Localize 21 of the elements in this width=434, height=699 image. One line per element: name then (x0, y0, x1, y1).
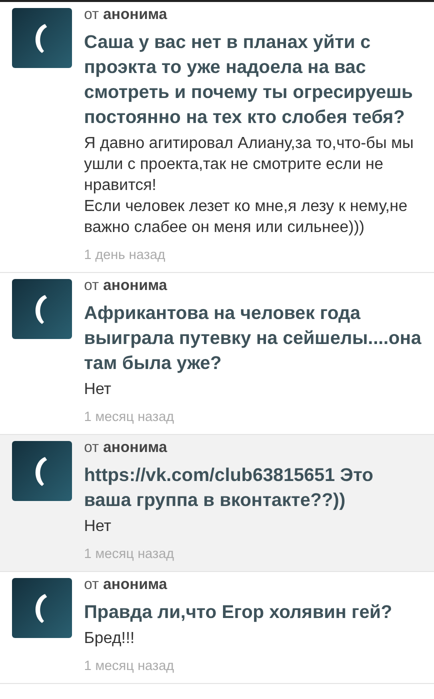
avatar-icon (12, 8, 72, 68)
timestamp: 1 месяц назад (84, 408, 175, 426)
answer-text: Я давно агитировал Алиану,за то,что-бы мы ушли с проекта,так не смотрите если не нравится! Если человек лезет ко мне,я лезу к нему,не важно слабее он меня или сильнее))) (84, 134, 415, 238)
author-label: от анонима (84, 5, 168, 25)
question-text: Саша у вас нет в планах уйти с проэкта то уже надоела на вас смотреть и почему ты огресируешь постоянно на тех кто слобея тебя? (84, 30, 414, 129)
avatar-icon (12, 279, 72, 339)
avatar-icon (12, 441, 72, 501)
avatar-icon (12, 578, 72, 638)
author-label: от анонима (84, 575, 168, 595)
timestamp: 1 месяц назад (84, 545, 175, 563)
question-text: https://vk.com/club63815651 Это ваша группа в вконтакте??)) (84, 463, 374, 512)
timestamp: 1 месяц назад (84, 657, 175, 675)
timestamp: 1 день назад (84, 246, 166, 264)
author-label: от анонима (84, 276, 168, 296)
answer-text: Нет (84, 380, 112, 400)
answer-text: Бред!!! (84, 629, 136, 649)
answer-text: Нет (84, 517, 112, 537)
author-label: от анонима (84, 438, 168, 458)
answer-card[interactable]: от анонима https://vk.com/club63815651 Это ваша группа в вконтакте??)) Нет 1 месяц назад (0, 435, 434, 572)
question-text: Африкантова на человек года выиграла путевку на сейшелы....она там была уже? (84, 301, 422, 375)
question-text: Правда ли,что Егор холявин гей? (84, 600, 394, 624)
